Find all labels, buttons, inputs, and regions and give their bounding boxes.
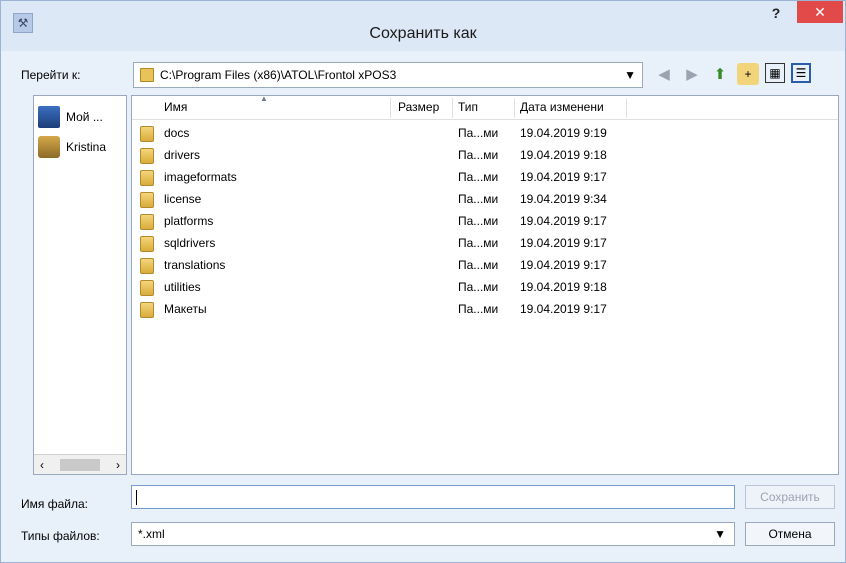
file-list: ▲ Имя Размер Тип Дата изменени docs Па..…: [131, 94, 839, 475]
table-row[interactable]: translations Па...ми 19.04.2019 9:17: [132, 254, 838, 276]
file-name: drivers: [164, 148, 201, 162]
file-type: Па...ми: [458, 280, 499, 294]
file-name: translations: [164, 258, 226, 272]
file-type: Па...ми: [458, 302, 499, 316]
folder-icon: [140, 68, 154, 82]
computer-icon: [38, 106, 60, 128]
table-row[interactable]: drivers Па...ми 19.04.2019 9:18: [132, 144, 838, 166]
folder-icon: [140, 258, 154, 274]
file-name: Макеты: [164, 302, 207, 316]
sidebar: Мой ... Kristina ‹ ›: [33, 95, 127, 475]
file-date: 19.04.2019 9:18: [520, 148, 607, 162]
file-type: Па...ми: [458, 192, 499, 206]
column-separator[interactable]: [514, 98, 515, 118]
file-date: 19.04.2019 9:17: [520, 214, 607, 228]
help-button[interactable]: ?: [763, 5, 789, 27]
horizontal-scrollbar[interactable]: ‹ ›: [34, 454, 126, 474]
column-separator[interactable]: [452, 98, 453, 118]
cancel-button[interactable]: Отмена: [745, 522, 835, 546]
sidebar-item-user[interactable]: Kristina: [38, 136, 106, 158]
column-header-name[interactable]: Имя: [164, 100, 187, 114]
sidebar-item-label: Kristina: [66, 140, 107, 154]
user-folder-icon: [38, 136, 60, 158]
close-button[interactable]: ✕: [797, 1, 843, 23]
folder-icon: [140, 214, 154, 230]
chevron-down-icon[interactable]: ▼: [714, 527, 726, 541]
save-as-dialog: ⚒ Сохранить как ? ✕ Перейти к: C:\Progra…: [0, 0, 846, 563]
scroll-right-icon[interactable]: ›: [116, 458, 120, 472]
filetype-value: *.xml: [138, 527, 165, 541]
new-folder-icon[interactable]: +: [737, 63, 759, 85]
filename-input[interactable]: [131, 485, 735, 509]
filetype-select[interactable]: *.xml ▼: [131, 522, 735, 546]
table-row[interactable]: Макеты Па...ми 19.04.2019 9:17: [132, 298, 838, 320]
title-bar: ⚒ Сохранить как ? ✕: [1, 1, 845, 51]
back-icon[interactable]: ◀: [653, 63, 675, 85]
table-row[interactable]: platforms Па...ми 19.04.2019 9:17: [132, 210, 838, 232]
file-date: 19.04.2019 9:17: [520, 170, 607, 184]
file-type: Па...ми: [458, 170, 499, 184]
file-type: Па...ми: [458, 214, 499, 228]
table-row[interactable]: sqldrivers Па...ми 19.04.2019 9:17: [132, 232, 838, 254]
file-date: 19.04.2019 9:17: [520, 258, 607, 272]
column-header-size[interactable]: Размер: [398, 100, 439, 114]
file-name: platforms: [164, 214, 214, 228]
folder-icon: [140, 170, 154, 186]
filetype-label: Типы файлов:: [21, 529, 100, 543]
column-header-type[interactable]: Тип: [458, 100, 478, 114]
forward-icon[interactable]: ▶: [681, 63, 703, 85]
save-button[interactable]: Сохранить: [745, 485, 835, 509]
file-type: Па...ми: [458, 126, 499, 140]
file-date: 19.04.2019 9:34: [520, 192, 607, 206]
sidebar-item-computer[interactable]: Мой ...: [38, 106, 103, 128]
sidebar-item-label: Мой ...: [66, 110, 103, 124]
up-icon[interactable]: ⬆: [709, 63, 731, 85]
file-name: utilities: [164, 280, 201, 294]
scroll-left-icon[interactable]: ‹: [40, 458, 44, 472]
table-row[interactable]: utilities Па...ми 19.04.2019 9:18: [132, 276, 838, 298]
column-separator[interactable]: [390, 98, 391, 118]
table-row[interactable]: docs Па...ми 19.04.2019 9:19: [132, 122, 838, 144]
file-name: docs: [164, 126, 190, 140]
file-name: imageformats: [164, 170, 237, 184]
column-header-date[interactable]: Дата изменени: [520, 100, 604, 114]
path-text: C:\Program Files (x86)\ATOL\Frontol xPOS…: [160, 68, 397, 82]
filename-label: Имя файла:: [21, 497, 88, 511]
file-date: 19.04.2019 9:17: [520, 236, 607, 250]
list-header: ▲ Имя Размер Тип Дата изменени: [132, 94, 838, 120]
text-cursor: [136, 490, 137, 505]
folder-icon: [140, 280, 154, 296]
path-combobox[interactable]: C:\Program Files (x86)\ATOL\Frontol xPOS…: [133, 62, 643, 88]
icon-view-icon[interactable]: ▦: [765, 63, 785, 83]
file-type: Па...ми: [458, 148, 499, 162]
folder-icon: [140, 126, 154, 142]
table-row[interactable]: license Па...ми 19.04.2019 9:34: [132, 188, 838, 210]
sort-ascending-icon: ▲: [260, 94, 268, 103]
detail-view-icon[interactable]: ☰: [791, 63, 811, 83]
scroll-thumb[interactable]: [60, 458, 100, 471]
table-row[interactable]: imageformats Па...ми 19.04.2019 9:17: [132, 166, 838, 188]
window-title: Сохранить как: [369, 25, 477, 42]
folder-icon: [140, 302, 154, 318]
chevron-down-icon[interactable]: ▼: [624, 68, 636, 82]
file-type: Па...ми: [458, 236, 499, 250]
file-date: 19.04.2019 9:17: [520, 302, 607, 316]
nav-toolbar: ◀ ▶ ⬆ + ▦ ☰: [653, 63, 811, 85]
file-date: 19.04.2019 9:18: [520, 280, 607, 294]
file-type: Па...ми: [458, 258, 499, 272]
file-name: license: [164, 192, 202, 206]
file-date: 19.04.2019 9:19: [520, 126, 607, 140]
file-name: sqldrivers: [164, 236, 216, 250]
column-separator[interactable]: [626, 98, 627, 118]
folder-icon: [140, 236, 154, 252]
navigate-label: Перейти к:: [21, 68, 81, 82]
folder-icon: [140, 148, 154, 164]
folder-icon: [140, 192, 154, 208]
